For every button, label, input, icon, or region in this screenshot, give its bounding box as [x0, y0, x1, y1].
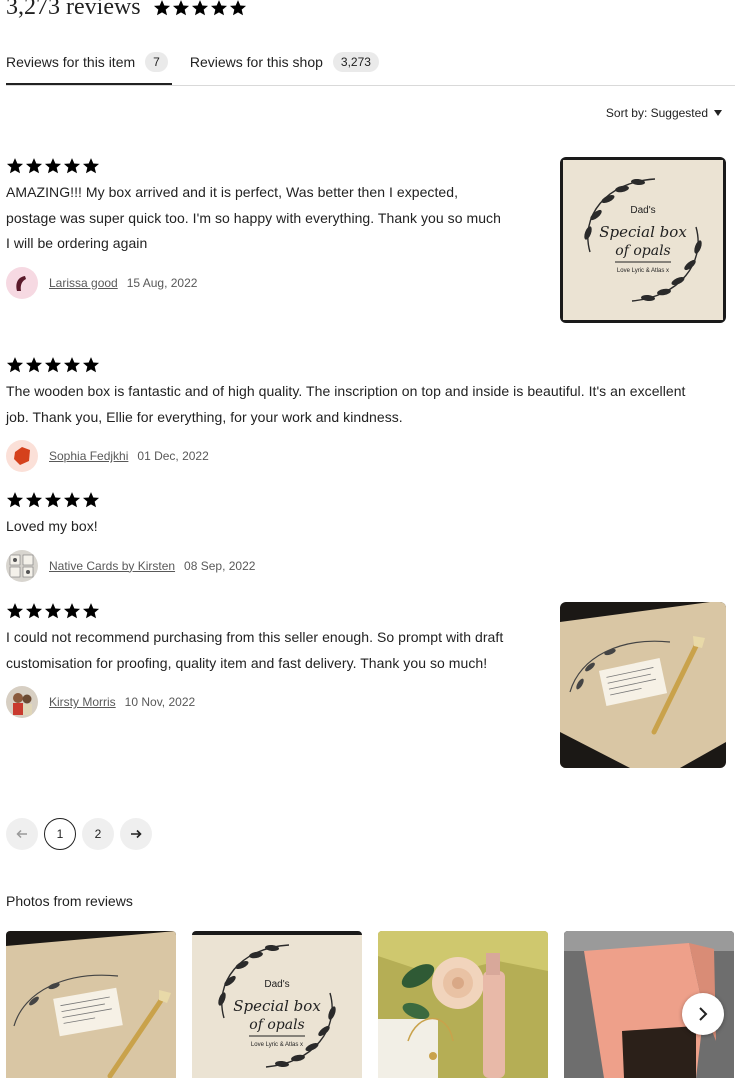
page-button-2[interactable]: 2: [82, 818, 114, 850]
photos-next-button[interactable]: [682, 993, 724, 1035]
chevron-right-icon: [699, 1007, 708, 1021]
photos-section-title: Photos from reviews: [6, 893, 133, 909]
star-icon: [44, 356, 62, 374]
engraving-line: Love Lyric & Atlas x: [617, 268, 669, 274]
star-icon: [44, 157, 62, 175]
review-rating: [6, 491, 686, 509]
star-icon: [63, 491, 81, 509]
star-icon: [6, 157, 24, 175]
arrow-left-icon: [16, 829, 27, 839]
avatar-image: [9, 554, 34, 577]
avatar-image: [16, 275, 26, 291]
star-icon: [82, 602, 100, 620]
star-icon: [6, 602, 24, 620]
engraving-line: of opals: [249, 1017, 304, 1033]
review-text: Loved my box!: [6, 518, 98, 534]
tab-shop-reviews[interactable]: Reviews for this shop 3,273: [190, 46, 379, 78]
tab-count-badge: 3,273: [332, 52, 379, 72]
engraving-line: Love Lyric & Atlas x: [251, 1042, 303, 1048]
review-photo-thumbnail[interactable]: [378, 931, 548, 1078]
star-icon: [82, 356, 100, 374]
star-icon: [153, 0, 171, 17]
box-with-pen-photo: [560, 602, 726, 768]
avatar[interactable]: [6, 686, 38, 718]
review-item: Loved my box! Native Cards by Kirsten 08…: [6, 491, 686, 582]
overall-rating: [153, 0, 247, 17]
tab-count-badge: 7: [145, 52, 168, 72]
review-text: AMAZING!!! My box arrived and it is perf…: [6, 184, 501, 251]
star-icon: [229, 0, 247, 17]
reviewer-info: Kirsty Morris 10 Nov, 2022: [6, 686, 506, 718]
reviewer-name-link[interactable]: Sophia Fedjkhi: [49, 449, 128, 463]
review-rating: [6, 157, 506, 175]
sort-label: Sort by: Suggested: [605, 106, 708, 120]
star-icon: [6, 491, 24, 509]
review-text: I could not recommend purchasing from th…: [6, 629, 504, 671]
star-icon: [63, 602, 81, 620]
review-date: 08 Sep, 2022: [184, 558, 256, 573]
review-date: 01 Dec, 2022: [137, 449, 209, 463]
engraving-line: Dad's: [630, 205, 655, 216]
engraving-line: Dad's: [264, 979, 289, 990]
reviews-header: 3,273 reviews: [6, 0, 247, 21]
star-icon: [44, 602, 62, 620]
reviewer-info: Larissa good 15 Aug, 2022: [6, 266, 506, 299]
review-date: 10 Nov, 2022: [124, 695, 196, 709]
star-icon: [82, 491, 100, 509]
star-icon: [63, 157, 81, 175]
review-rating: [6, 602, 506, 620]
review-item: I could not recommend purchasing from th…: [6, 602, 506, 718]
review-photo[interactable]: [560, 602, 726, 768]
star-icon: [191, 0, 209, 17]
star-icon: [25, 356, 43, 374]
review-rating: [6, 356, 686, 374]
reviewer-name-link[interactable]: Kirsty Morris: [49, 695, 116, 709]
star-icon: [82, 157, 100, 175]
engraved-box-photo: Dad's Special box of opals Love Lyric & …: [563, 160, 723, 320]
review-photo[interactable]: Dad's Special box of opals Love Lyric & …: [560, 157, 726, 323]
engraving-line: of opals: [615, 243, 670, 259]
star-icon: [63, 356, 81, 374]
review-text: The wooden box is fantastic and of high …: [6, 383, 686, 425]
tab-label: Reviews for this shop: [189, 54, 323, 70]
reviewer-info: Sophia Fedjkhi 01 Dec, 2022: [6, 440, 686, 472]
avatar[interactable]: [6, 549, 38, 582]
reviewer-name-link[interactable]: Larissa good: [49, 276, 118, 290]
avatar-image: [14, 447, 30, 465]
review-photo-thumbnail[interactable]: Dad's Special box of opals Love Lyric & …: [192, 931, 362, 1078]
avatar[interactable]: [6, 440, 38, 472]
next-page-button[interactable]: [120, 818, 152, 850]
review-photo-thumbnail[interactable]: [6, 931, 176, 1078]
star-icon: [6, 356, 24, 374]
reviewer-name-link[interactable]: Native Cards by Kirsten: [49, 559, 175, 573]
review-tabs: Reviews for this item 7 Reviews for this…: [6, 46, 735, 86]
review-count: 3,273 reviews: [6, 0, 141, 20]
engraved-box-thumbnail: Dad's Special box of opals Love Lyric & …: [192, 935, 362, 1078]
arrow-right-icon: [131, 829, 142, 839]
review-item: AMAZING!!! My box arrived and it is perf…: [6, 157, 506, 299]
tab-item-reviews[interactable]: Reviews for this item 7: [6, 46, 172, 85]
star-icon: [25, 157, 43, 175]
page-button-1[interactable]: 1: [44, 818, 76, 850]
avatar[interactable]: [6, 266, 38, 299]
caret-down-icon: [714, 110, 722, 116]
reviewer-info: Native Cards by Kirsten 08 Sep, 2022: [6, 549, 686, 582]
star-icon: [25, 491, 43, 509]
tab-label: Reviews for this item: [6, 54, 136, 70]
star-icon: [44, 491, 62, 509]
box-with-pen-thumbnail: [6, 931, 176, 1078]
sort-dropdown[interactable]: Sort by: Suggested: [606, 106, 722, 120]
engraving-line: Special box: [599, 223, 687, 241]
engraving-line: Special box: [233, 997, 321, 1015]
prev-page-button[interactable]: [6, 818, 38, 850]
star-icon: [210, 0, 228, 17]
avatar-image: [13, 693, 32, 715]
pagination: 1 2: [6, 818, 152, 850]
review-item: The wooden box is fantastic and of high …: [6, 356, 686, 472]
star-icon: [172, 0, 190, 17]
star-icon: [25, 602, 43, 620]
review-date: 15 Aug, 2022: [126, 275, 198, 290]
gift-box-thumbnail: [378, 931, 548, 1078]
